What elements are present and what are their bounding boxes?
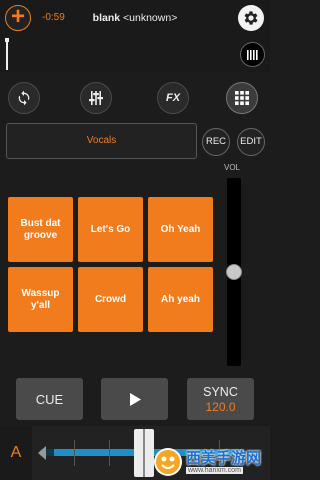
bars-icon <box>247 49 258 60</box>
sample-pad-2[interactable]: Let's Go <box>78 197 143 262</box>
play-button[interactable] <box>101 378 168 420</box>
sync-toggle-button[interactable] <box>8 82 40 114</box>
fx-button[interactable]: FX <box>157 82 189 114</box>
bpm-readout: 120.0 <box>205 399 236 414</box>
sync-label: SYNC <box>203 384 238 399</box>
playhead-marker[interactable] <box>5 38 9 70</box>
cue-label: CUE <box>35 391 64 407</box>
sample-pad-5[interactable]: Crowd <box>78 267 143 332</box>
waveform-view[interactable] <box>0 36 270 72</box>
settings-button[interactable] <box>238 5 264 31</box>
fx-label: FX <box>165 92 181 104</box>
sliders-icon <box>89 91 103 105</box>
volume-label: VOL <box>224 163 241 172</box>
sync-button[interactable]: SYNC 120.0 <box>187 378 254 420</box>
rec-button[interactable]: REC <box>202 128 230 156</box>
grid-icon <box>235 91 249 105</box>
waveform-view-button[interactable] <box>240 42 265 67</box>
cue-button[interactable]: CUE <box>16 378 83 420</box>
sample-pack-selector[interactable]: Vocals <box>6 123 197 159</box>
play-icon <box>129 392 141 406</box>
toolbar: FX <box>0 78 270 118</box>
track-artist: <unknown> <box>123 12 178 24</box>
pitch-nudge-left-icon[interactable] <box>38 446 46 460</box>
deck-indicator[interactable]: A <box>0 426 32 480</box>
track-title: blank <box>92 12 121 24</box>
volume-slider-thumb[interactable] <box>226 264 242 280</box>
refresh-icon <box>18 90 30 106</box>
track-info[interactable]: blank <unknown> <box>0 12 270 24</box>
watermark-text: 西美手游网 <box>186 450 262 467</box>
top-bar: + -0:59 blank <unknown> <box>0 0 270 36</box>
gear-icon <box>244 11 258 25</box>
edit-button[interactable]: EDIT <box>237 128 265 156</box>
sample-pad-4[interactable]: Wassup y'all <box>8 267 73 332</box>
sample-pad-1[interactable]: Bust dat groove <box>8 197 73 262</box>
watermark-logo <box>154 448 182 476</box>
mixer-button[interactable] <box>80 82 112 114</box>
sample-pad-3[interactable]: Oh Yeah <box>148 197 213 262</box>
sampler-button[interactable] <box>226 82 258 114</box>
sample-pad-6[interactable]: Ah yeah <box>148 267 213 332</box>
watermark-url: www.hanxm.com <box>186 467 243 474</box>
